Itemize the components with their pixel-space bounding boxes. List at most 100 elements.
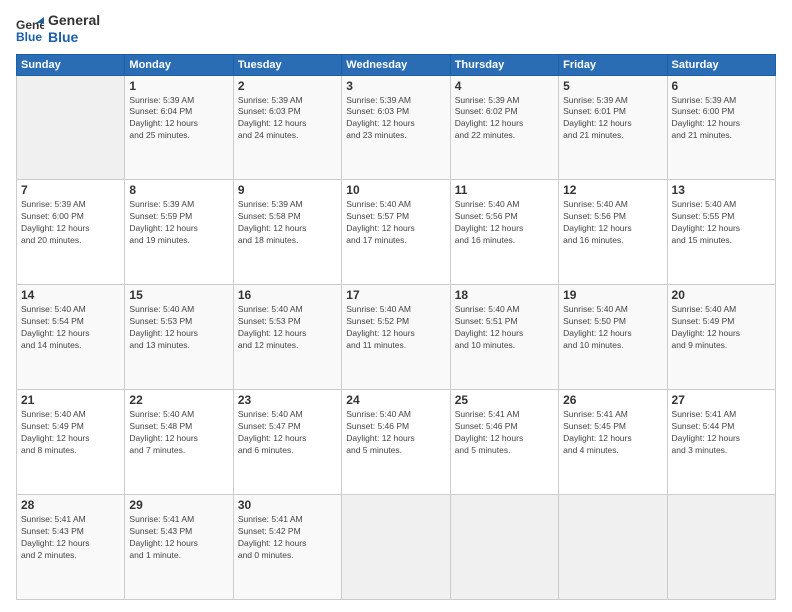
day-info: Sunrise: 5:40 AM Sunset: 5:54 PM Dayligh… [21,304,120,352]
calendar-table: SundayMondayTuesdayWednesdayThursdayFrid… [16,54,776,600]
day-number: 3 [346,79,445,93]
day-number: 6 [672,79,771,93]
day-info: Sunrise: 5:40 AM Sunset: 5:53 PM Dayligh… [129,304,228,352]
day-info: Sunrise: 5:40 AM Sunset: 5:49 PM Dayligh… [672,304,771,352]
calendar-cell [342,495,450,600]
day-number: 12 [563,183,662,197]
calendar-cell: 23 Sunrise: 5:40 AM Sunset: 5:47 PM Dayli… [233,390,341,495]
day-number: 17 [346,288,445,302]
day-info: Sunrise: 5:41 AM Sunset: 5:42 PM Dayligh… [238,514,337,562]
calendar-cell: 6 Sunrise: 5:39 AM Sunset: 6:00 PM Daylig… [667,75,775,180]
calendar-cell [559,495,667,600]
day-info: Sunrise: 5:40 AM Sunset: 5:50 PM Dayligh… [563,304,662,352]
calendar-cell: 18 Sunrise: 5:40 AM Sunset: 5:51 PM Dayli… [450,285,558,390]
calendar-cell: 2 Sunrise: 5:39 AM Sunset: 6:03 PM Daylig… [233,75,341,180]
calendar-week-row: 14 Sunrise: 5:40 AM Sunset: 5:54 PM Dayli… [17,285,776,390]
day-info: Sunrise: 5:40 AM Sunset: 5:55 PM Dayligh… [672,199,771,247]
calendar-cell: 13 Sunrise: 5:40 AM Sunset: 5:55 PM Dayli… [667,180,775,285]
day-number: 22 [129,393,228,407]
calendar-cell: 19 Sunrise: 5:40 AM Sunset: 5:50 PM Dayli… [559,285,667,390]
day-info: Sunrise: 5:41 AM Sunset: 5:46 PM Dayligh… [455,409,554,457]
calendar-header-cell: Thursday [450,54,558,75]
day-info: Sunrise: 5:40 AM Sunset: 5:46 PM Dayligh… [346,409,445,457]
day-number: 29 [129,498,228,512]
calendar-cell: 7 Sunrise: 5:39 AM Sunset: 6:00 PM Daylig… [17,180,125,285]
calendar-week-row: 28Sunrise: 5:41 AM Sunset: 5:43 PM Dayli… [17,495,776,600]
day-number: 20 [672,288,771,302]
day-info: Sunrise: 5:40 AM Sunset: 5:47 PM Dayligh… [238,409,337,457]
day-info: Sunrise: 5:39 AM Sunset: 6:04 PM Dayligh… [129,95,228,143]
day-number: 19 [563,288,662,302]
calendar-cell: 16 Sunrise: 5:40 AM Sunset: 5:53 PM Dayli… [233,285,341,390]
calendar-cell: 17Sunrise: 5:40 AM Sunset: 5:52 PM Dayli… [342,285,450,390]
day-number: 15 [129,288,228,302]
day-number: 23 [238,393,337,407]
day-number: 5 [563,79,662,93]
calendar-header-cell: Saturday [667,54,775,75]
logo: General Blue General Blue [16,12,100,46]
day-info: Sunrise: 5:40 AM Sunset: 5:57 PM Dayligh… [346,199,445,247]
calendar-cell: 8 Sunrise: 5:39 AM Sunset: 5:59 PM Daylig… [125,180,233,285]
calendar-cell [17,75,125,180]
calendar-cell: 1Sunrise: 5:39 AM Sunset: 6:04 PM Daylig… [125,75,233,180]
day-number: 4 [455,79,554,93]
calendar-week-row: 1Sunrise: 5:39 AM Sunset: 6:04 PM Daylig… [17,75,776,180]
day-info: Sunrise: 5:41 AM Sunset: 5:43 PM Dayligh… [129,514,228,562]
calendar-cell: 21Sunrise: 5:40 AM Sunset: 5:49 PM Dayli… [17,390,125,495]
day-number: 14 [21,288,120,302]
logo-line1: General [48,12,100,29]
calendar-cell: 11 Sunrise: 5:40 AM Sunset: 5:56 PM Dayli… [450,180,558,285]
calendar-header-row: SundayMondayTuesdayWednesdayThursdayFrid… [17,54,776,75]
day-number: 2 [238,79,337,93]
day-info: Sunrise: 5:41 AM Sunset: 5:43 PM Dayligh… [21,514,120,562]
calendar-cell: 10 Sunrise: 5:40 AM Sunset: 5:57 PM Dayli… [342,180,450,285]
page: General Blue General Blue SundayMondayTu… [0,0,792,612]
day-number: 25 [455,393,554,407]
calendar-cell [450,495,558,600]
calendar-body: 1Sunrise: 5:39 AM Sunset: 6:04 PM Daylig… [17,75,776,599]
day-number: 7 [21,183,120,197]
calendar-header: SundayMondayTuesdayWednesdayThursdayFrid… [17,54,776,75]
day-number: 10 [346,183,445,197]
day-number: 18 [455,288,554,302]
day-number: 9 [238,183,337,197]
calendar-cell: 3 Sunrise: 5:39 AM Sunset: 6:03 PM Daylig… [342,75,450,180]
calendar-cell: 28Sunrise: 5:41 AM Sunset: 5:43 PM Dayli… [17,495,125,600]
calendar-cell: 27 Sunrise: 5:41 AM Sunset: 5:44 PM Dayli… [667,390,775,495]
day-info: Sunrise: 5:41 AM Sunset: 5:45 PM Dayligh… [563,409,662,457]
svg-text:Blue: Blue [16,30,42,43]
calendar-cell: 14 Sunrise: 5:40 AM Sunset: 5:54 PM Dayli… [17,285,125,390]
day-info: Sunrise: 5:40 AM Sunset: 5:49 PM Dayligh… [21,409,120,457]
day-number: 8 [129,183,228,197]
day-number: 27 [672,393,771,407]
calendar-header-cell: Friday [559,54,667,75]
day-info: Sunrise: 5:39 AM Sunset: 6:02 PM Dayligh… [455,95,554,143]
day-number: 13 [672,183,771,197]
day-info: Sunrise: 5:39 AM Sunset: 5:59 PM Dayligh… [129,199,228,247]
logo-line2: Blue [48,29,100,46]
day-info: Sunrise: 5:40 AM Sunset: 5:48 PM Dayligh… [129,409,228,457]
calendar-cell: 29 Sunrise: 5:41 AM Sunset: 5:43 PM Dayli… [125,495,233,600]
calendar-cell: 15 Sunrise: 5:40 AM Sunset: 5:53 PM Dayli… [125,285,233,390]
day-info: Sunrise: 5:39 AM Sunset: 6:03 PM Dayligh… [238,95,337,143]
calendar-cell: 26 Sunrise: 5:41 AM Sunset: 5:45 PM Dayli… [559,390,667,495]
day-info: Sunrise: 5:39 AM Sunset: 6:00 PM Dayligh… [21,199,120,247]
day-info: Sunrise: 5:39 AM Sunset: 6:00 PM Dayligh… [672,95,771,143]
day-number: 11 [455,183,554,197]
day-info: Sunrise: 5:39 AM Sunset: 6:01 PM Dayligh… [563,95,662,143]
day-info: Sunrise: 5:40 AM Sunset: 5:51 PM Dayligh… [455,304,554,352]
day-info: Sunrise: 5:40 AM Sunset: 5:53 PM Dayligh… [238,304,337,352]
calendar-cell: 25 Sunrise: 5:41 AM Sunset: 5:46 PM Dayli… [450,390,558,495]
day-info: Sunrise: 5:41 AM Sunset: 5:44 PM Dayligh… [672,409,771,457]
day-info: Sunrise: 5:39 AM Sunset: 6:03 PM Dayligh… [346,95,445,143]
logo-icon: General Blue [16,15,44,43]
calendar-cell: 24 Sunrise: 5:40 AM Sunset: 5:46 PM Dayli… [342,390,450,495]
day-number: 30 [238,498,337,512]
day-number: 16 [238,288,337,302]
calendar-cell: 20 Sunrise: 5:40 AM Sunset: 5:49 PM Dayli… [667,285,775,390]
day-number: 24 [346,393,445,407]
day-info: Sunrise: 5:40 AM Sunset: 5:56 PM Dayligh… [455,199,554,247]
calendar-header-cell: Wednesday [342,54,450,75]
day-number: 26 [563,393,662,407]
calendar-cell: 9Sunrise: 5:39 AM Sunset: 5:58 PM Daylig… [233,180,341,285]
